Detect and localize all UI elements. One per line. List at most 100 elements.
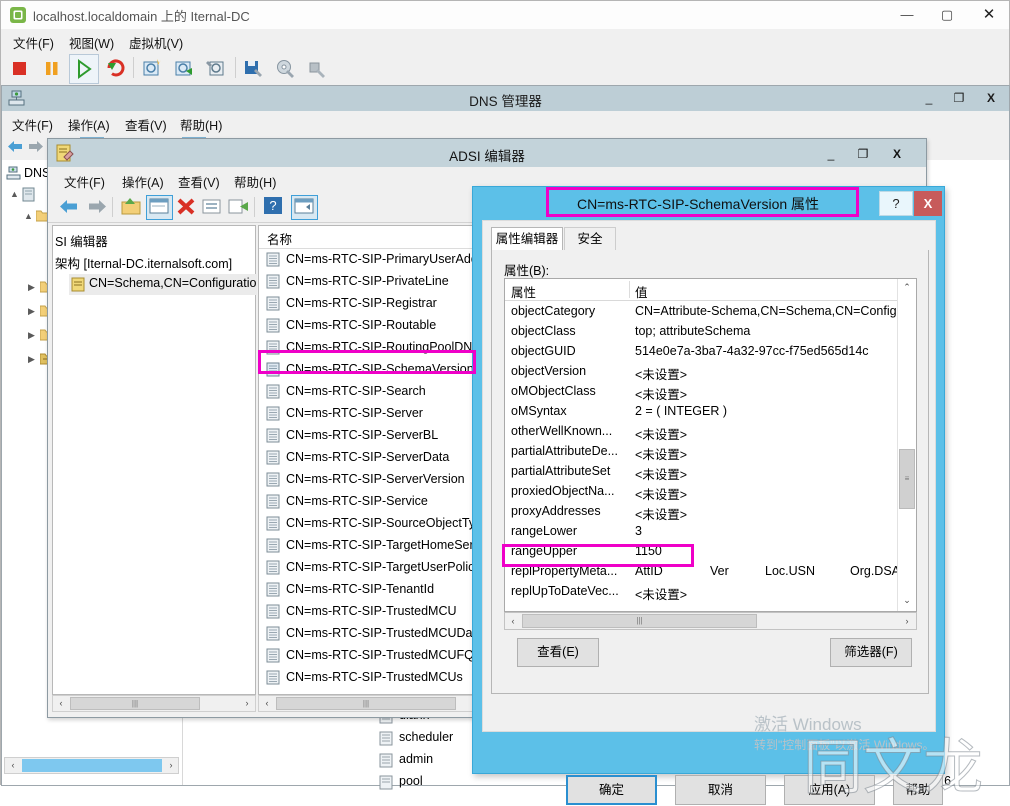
- ok-button[interactable]: 确定: [566, 775, 657, 805]
- help-icon[interactable]: ?: [263, 196, 283, 219]
- adsi-minimize-button[interactable]: _: [818, 144, 844, 164]
- attributes-vscrollbar[interactable]: ⌃ ≡ ⌄: [897, 279, 916, 611]
- table-row[interactable]: oMObjectClass <未设置>: [505, 382, 896, 402]
- scroll-thumb[interactable]: |||: [276, 697, 456, 710]
- adsi-tree-node-schema[interactable]: 架构 [Iternal-DC.iternalsoft.com]: [55, 253, 232, 272]
- help-button[interactable]: ?: [879, 191, 913, 216]
- snapshot-manager-icon[interactable]: [205, 57, 227, 79]
- adsi-tree-node-cn-schema[interactable]: CN=Schema,CN=Configuratio: [89, 276, 256, 290]
- column-divider[interactable]: [629, 281, 630, 298]
- attributes-hscrollbar[interactable]: ‹ ||| ›: [504, 612, 917, 630]
- table-row[interactable]: rangeUpper 1150: [505, 542, 896, 562]
- adsi-maximize-button[interactable]: ❐: [850, 144, 876, 164]
- delete-icon[interactable]: [176, 197, 196, 219]
- back-icon[interactable]: [6, 138, 24, 158]
- table-row[interactable]: proxyAddresses <未设置>: [505, 502, 896, 522]
- close-button[interactable]: X: [914, 191, 942, 216]
- vm-menu-view[interactable]: 视图(W): [63, 32, 120, 53]
- scroll-thumb[interactable]: |||: [70, 697, 200, 710]
- table-row[interactable]: partialAttributeSet <未设置>: [505, 462, 896, 482]
- pause-icon[interactable]: [41, 57, 63, 79]
- reset-icon[interactable]: [105, 57, 127, 79]
- dns-tree-expander-4[interactable]: ▶: [28, 330, 35, 341]
- up-folder-icon[interactable]: [121, 197, 142, 219]
- adsi-menu-action[interactable]: 操作(A): [116, 171, 170, 192]
- table-row[interactable]: objectCategory CN=Attribute-Schema,CN=Sch…: [505, 302, 897, 322]
- scroll-left-arrow[interactable]: ‹: [505, 613, 521, 629]
- usb-settings-icon[interactable]: [307, 57, 329, 79]
- power-off-icon[interactable]: [9, 57, 31, 79]
- apply-button[interactable]: 应用(A): [784, 775, 875, 805]
- dns-maximize-button[interactable]: ❐: [947, 89, 971, 108]
- scroll-left-arrow[interactable]: ‹: [53, 696, 69, 711]
- scroll-thumb[interactable]: ≡: [899, 449, 915, 509]
- save-icon[interactable]: [243, 57, 265, 79]
- tab-security[interactable]: 安全: [564, 227, 616, 251]
- adsi-close-button[interactable]: X: [884, 144, 910, 164]
- cd-settings-icon[interactable]: [275, 57, 297, 79]
- dns-menu-file[interactable]: 文件(F): [6, 114, 59, 135]
- scroll-right-arrow[interactable]: ›: [899, 613, 915, 629]
- table-row[interactable]: replUpToDateVec... <未设置>: [505, 582, 896, 602]
- table-row[interactable]: otherWellKnown... <未设置>: [505, 422, 896, 442]
- attributes-table[interactable]: 属性 值 objectCategory CN=Attribute-Schema,C…: [504, 278, 917, 612]
- adsi-menu-view[interactable]: 查看(V): [172, 171, 226, 192]
- back-icon[interactable]: [58, 197, 80, 219]
- vm-menu-file[interactable]: 文件(F): [7, 32, 60, 53]
- dns-tree-hscrollbar[interactable]: ‹ ›: [4, 757, 179, 774]
- forward-icon[interactable]: [27, 138, 45, 158]
- move-icon[interactable]: [228, 197, 249, 219]
- dns-minimize-button[interactable]: _: [917, 89, 941, 108]
- tab-attribute-editor[interactable]: 属性编辑器: [491, 227, 563, 251]
- view-button[interactable]: 查看(E): [517, 638, 599, 667]
- dns-menu-action[interactable]: 操作(A): [62, 114, 116, 135]
- scroll-up-arrow[interactable]: ⌃: [898, 279, 916, 296]
- play-button[interactable]: [69, 54, 99, 84]
- adsi-menu-file[interactable]: 文件(F): [58, 171, 111, 192]
- dns-scroll-thumb[interactable]: [22, 759, 162, 772]
- adsi-tree-panel[interactable]: SI 编辑器 架构 [Iternal-DC.iternalsoft.com] C…: [52, 225, 257, 695]
- scroll-left-arrow[interactable]: ‹: [259, 696, 275, 711]
- filter-button[interactable]: 筛选器(F): [830, 638, 912, 667]
- dns-tree-expander-2[interactable]: ▶: [28, 282, 35, 293]
- attr-value: 1150: [635, 544, 662, 558]
- dns-tree-expander-zone[interactable]: ▲: [24, 211, 33, 221]
- dns-tree-expander-server[interactable]: ▲: [10, 189, 19, 199]
- table-row[interactable]: objectVersion <未设置>: [505, 362, 896, 382]
- dns-menu-help[interactable]: 帮助(H): [174, 114, 228, 135]
- help-button-bottom[interactable]: 帮助: [893, 775, 943, 805]
- dns-scroll-right-arrow[interactable]: ›: [164, 759, 178, 772]
- properties-icon[interactable]: [146, 195, 173, 220]
- rename-icon[interactable]: [202, 197, 222, 219]
- scroll-down-arrow[interactable]: ⌄: [898, 592, 916, 609]
- table-row[interactable]: proxiedObjectNa... <未设置>: [505, 482, 896, 502]
- table-row[interactable]: objectClass top; attributeSchema: [505, 322, 896, 342]
- forward-icon[interactable]: [86, 197, 108, 219]
- dns-tree-expander-5[interactable]: ▶: [28, 354, 35, 365]
- vm-close-button[interactable]: ✕: [976, 5, 1002, 25]
- table-row[interactable]: oMSyntax 2 = ( INTEGER ): [505, 402, 896, 422]
- attribute-editor-panel: 属性(B): 属性 值 objectCategory CN=Attribute-S…: [491, 250, 929, 694]
- dns-close-button[interactable]: X: [979, 89, 1003, 108]
- adsi-tree-node-root[interactable]: SI 编辑器: [55, 231, 108, 250]
- table-row[interactable]: partialAttributeDe... <未设置>: [505, 442, 896, 462]
- dns-menu-view[interactable]: 查看(V): [119, 114, 173, 135]
- snapshot-take-icon[interactable]: [141, 57, 163, 79]
- view-panel-icon[interactable]: [291, 195, 318, 220]
- attr-value-orgdsa: Org.DSA: [850, 564, 901, 578]
- adsi-tree-hscrollbar[interactable]: ‹ ||| ›: [52, 695, 256, 712]
- scroll-thumb[interactable]: |||: [522, 614, 757, 628]
- vm-menu-machine[interactable]: 虚拟机(V): [123, 32, 189, 53]
- table-row[interactable]: replPropertyMeta... AttID Ver Loc.USN Or…: [505, 562, 900, 582]
- vm-maximize-button[interactable]: ▢: [934, 5, 960, 25]
- vm-minimize-button[interactable]: —: [894, 5, 920, 25]
- dns-scroll-left-arrow[interactable]: ‹: [6, 759, 20, 772]
- table-row[interactable]: objectGUID 514e0e7a-3ba7-4a32-97cc-f75ed5…: [505, 342, 896, 362]
- table-row-rangelower[interactable]: rangeLower 3: [505, 522, 896, 542]
- attributes-table-header[interactable]: 属性 值: [505, 279, 898, 301]
- dns-tree-expander-3[interactable]: ▶: [28, 306, 35, 317]
- adsi-menu-help[interactable]: 帮助(H): [228, 171, 282, 192]
- cancel-button[interactable]: 取消: [675, 775, 766, 805]
- scroll-right-arrow[interactable]: ›: [239, 696, 255, 711]
- snapshot-revert-icon[interactable]: [173, 57, 195, 79]
